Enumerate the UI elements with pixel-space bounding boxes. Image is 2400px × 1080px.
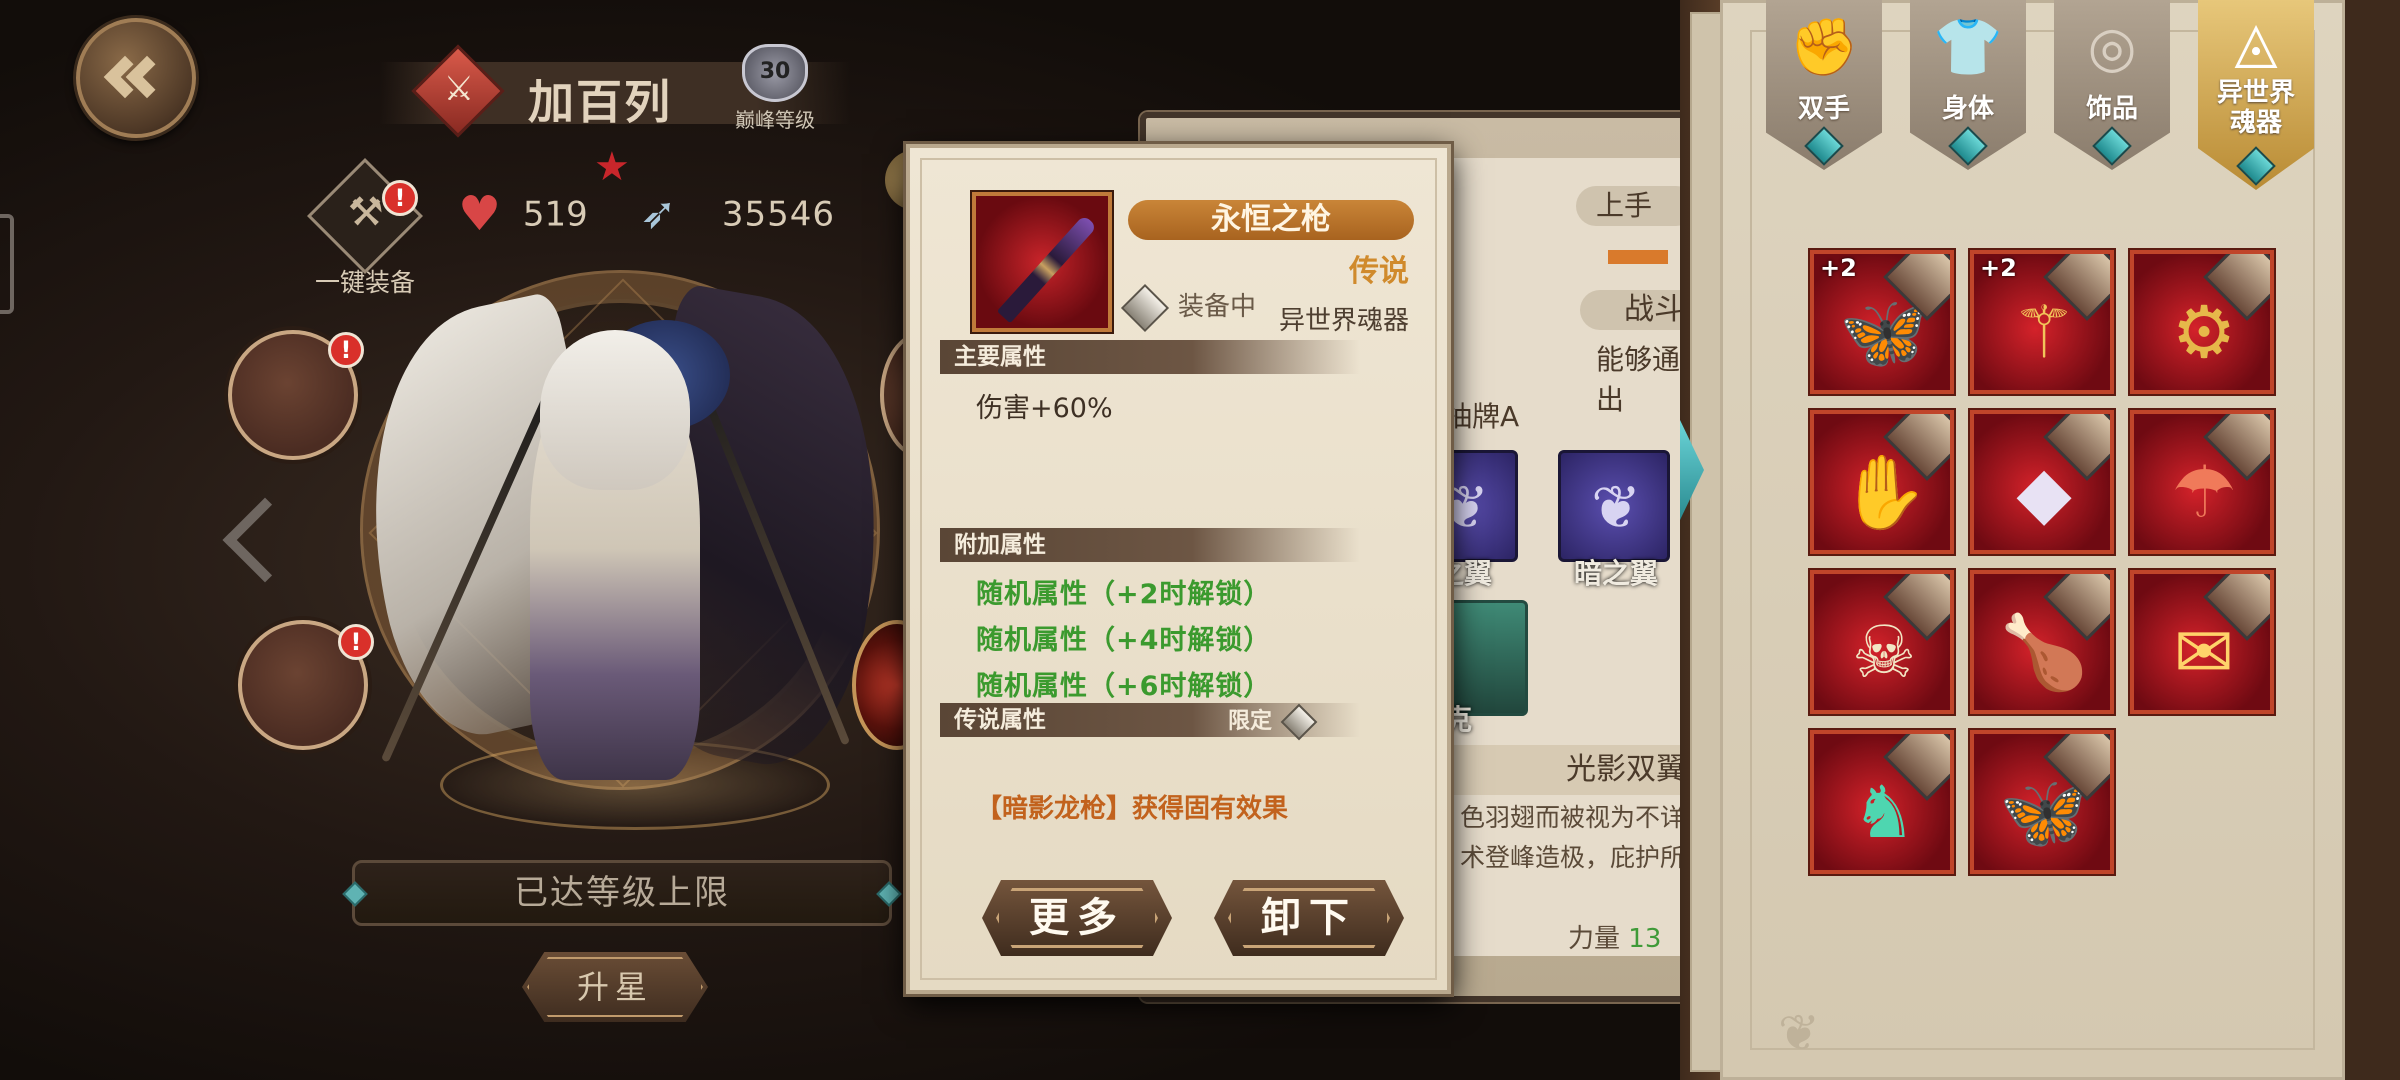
enhance-level-badge: +2 (1820, 254, 1857, 282)
item-name: 永恒之枪 (1128, 200, 1414, 240)
star-icon: ★ (594, 144, 630, 190)
hero-portrait-icon (1120, 283, 1170, 332)
wing-icon-2: ❦ (1591, 473, 1642, 543)
peak-emblem-icon: 30 (742, 44, 808, 102)
light-wing-title: 光影双翼 (1450, 745, 1690, 795)
skill-card-wing-2-label: 暗之翼 (1574, 557, 1659, 590)
tab-two-hand-label: 双手 (1797, 94, 1850, 124)
hero-character-art[interactable] (328, 280, 919, 800)
power-value: 35546 (721, 194, 835, 235)
equipped-label: 装备中 (1178, 292, 1257, 322)
more-button[interactable]: 更多 (982, 880, 1172, 956)
equipped-status: 装备中 (1120, 283, 1257, 332)
fleur-ornament-icon: ❦ (1778, 1004, 1820, 1062)
extra-attr-header: 附加属性 (940, 528, 1360, 562)
inventory-item-3[interactable]: ⚙ (2130, 250, 2274, 394)
tab-otherworld-relic-line2: 魂器 (2229, 108, 2282, 138)
back-button[interactable] (76, 18, 196, 138)
strength-stat: 力量 13 (1568, 918, 1661, 955)
anvil-icon (307, 158, 423, 274)
tab-otherworld-relic-line1: 异世界 (2216, 78, 2295, 108)
legend-effect-text: 【暗影龙枪】获得固有效果 (976, 794, 1289, 824)
gem-icon (1804, 126, 1844, 166)
star-up-button[interactable]: 升星 (522, 952, 708, 1022)
main-attr-header: 主要属性 (940, 340, 1360, 374)
left-decor-bracket (225, 460, 285, 620)
skill-description: 能够通出 (1596, 343, 1681, 416)
battle-tab[interactable]: 战斗 (1580, 290, 1690, 330)
inventory-item-8[interactable]: 🍗 (1970, 570, 2114, 714)
hp-value: 519 (522, 194, 588, 235)
peak-level-badge[interactable]: 30 巅峰等级 (730, 44, 820, 134)
item-type: 异世界魂器 (1278, 306, 1409, 336)
hp-stat: ♥ 519 (458, 186, 588, 242)
inventory-item-1[interactable]: 🦋 +2 (1810, 250, 1954, 394)
heart-icon: ♥ (458, 186, 502, 242)
unequip-button[interactable]: 卸下 (1214, 880, 1404, 956)
main-attr-value: 伤害+60% (976, 393, 1113, 424)
limited-label: 限定 (1228, 709, 1273, 734)
inventory-item-6[interactable]: ☂ (2130, 410, 2274, 554)
inventory-item-11[interactable]: 🦋 (1970, 730, 2114, 874)
strength-value: 13 (1628, 924, 1662, 954)
inventory-item-9[interactable]: ✉ (2130, 570, 2274, 714)
tab-accessory-label: 饰品 (2085, 94, 2138, 124)
tab-body-label: 身体 (1941, 94, 1994, 124)
extra-attr-2: 随机属性（+4时解锁） (976, 625, 1272, 656)
hero-scene: 加百列 30 巅峰等级 ★ 一键装备 ! ♥ 519 ➶ 35546 ! ! 已… (0, 0, 1690, 1080)
inventory-item-7[interactable]: ☠ (1810, 570, 1954, 714)
power-stat: ➶ 35546 (640, 192, 835, 240)
gauntlet-icon: ✊ (1789, 15, 1859, 80)
limited-portrait-icon (1280, 703, 1318, 741)
stats-top-tab[interactable]: 上手 (1576, 186, 1690, 226)
winged-boot-icon: ➶ (640, 188, 678, 239)
extra-attr-3: 随机属性（+6时解锁） (976, 671, 1272, 702)
equip-slot-1-alert: ! (328, 332, 364, 368)
eye-triangle-icon: ◬ (2234, 10, 2278, 75)
hero-name: 加百列 (528, 75, 672, 129)
gem-icon (2092, 126, 2132, 166)
gem-icon (1948, 126, 1988, 166)
stats-progress-bar (1608, 250, 1668, 264)
tab-otherworld-relic-label: 异世界 魂器 (2198, 78, 2314, 138)
lore-text: 色羽翅而被视为不详术登峰造极，庇护所 (1460, 803, 1686, 872)
left-edge-frame (0, 214, 14, 314)
ring-icon: ◎ (2087, 15, 2137, 80)
level-cap-bar: 已达等级上限 (352, 860, 892, 926)
skill-card-wing-2[interactable]: ❦ (1558, 450, 1670, 562)
extra-attr-1: 随机属性（+2时解锁） (976, 579, 1272, 610)
equip-all-alert-badge: ! (382, 180, 418, 216)
inventory-item-10[interactable]: ♞ (1810, 730, 1954, 874)
card-a-label: 抽牌A (1444, 400, 1520, 433)
item-detail-card: 永恒之枪 传说 装备中 异世界魂器 主要属性 伤害+60% 附加属性 随机属性（… (906, 144, 1451, 994)
inventory-item-2[interactable]: ⚚ +2 (1970, 250, 2114, 394)
hero-hair (540, 330, 690, 490)
limited-tag: 限定 (1228, 703, 1318, 741)
eternal-spear-icon (972, 192, 1112, 332)
gem-icon (2236, 146, 2276, 186)
item-rarity: 传说 (1349, 254, 1409, 289)
peak-level-label: 巅峰等级 (735, 108, 815, 132)
enhance-level-badge: +2 (1980, 254, 2017, 282)
inventory-item-5[interactable]: ◆ (1970, 410, 2114, 554)
peak-level-value: 30 (759, 59, 791, 84)
armor-icon: 👕 (1933, 15, 2003, 80)
strength-label: 力量 (1568, 924, 1621, 954)
inventory-item-4[interactable]: ✋ (1810, 410, 1954, 554)
